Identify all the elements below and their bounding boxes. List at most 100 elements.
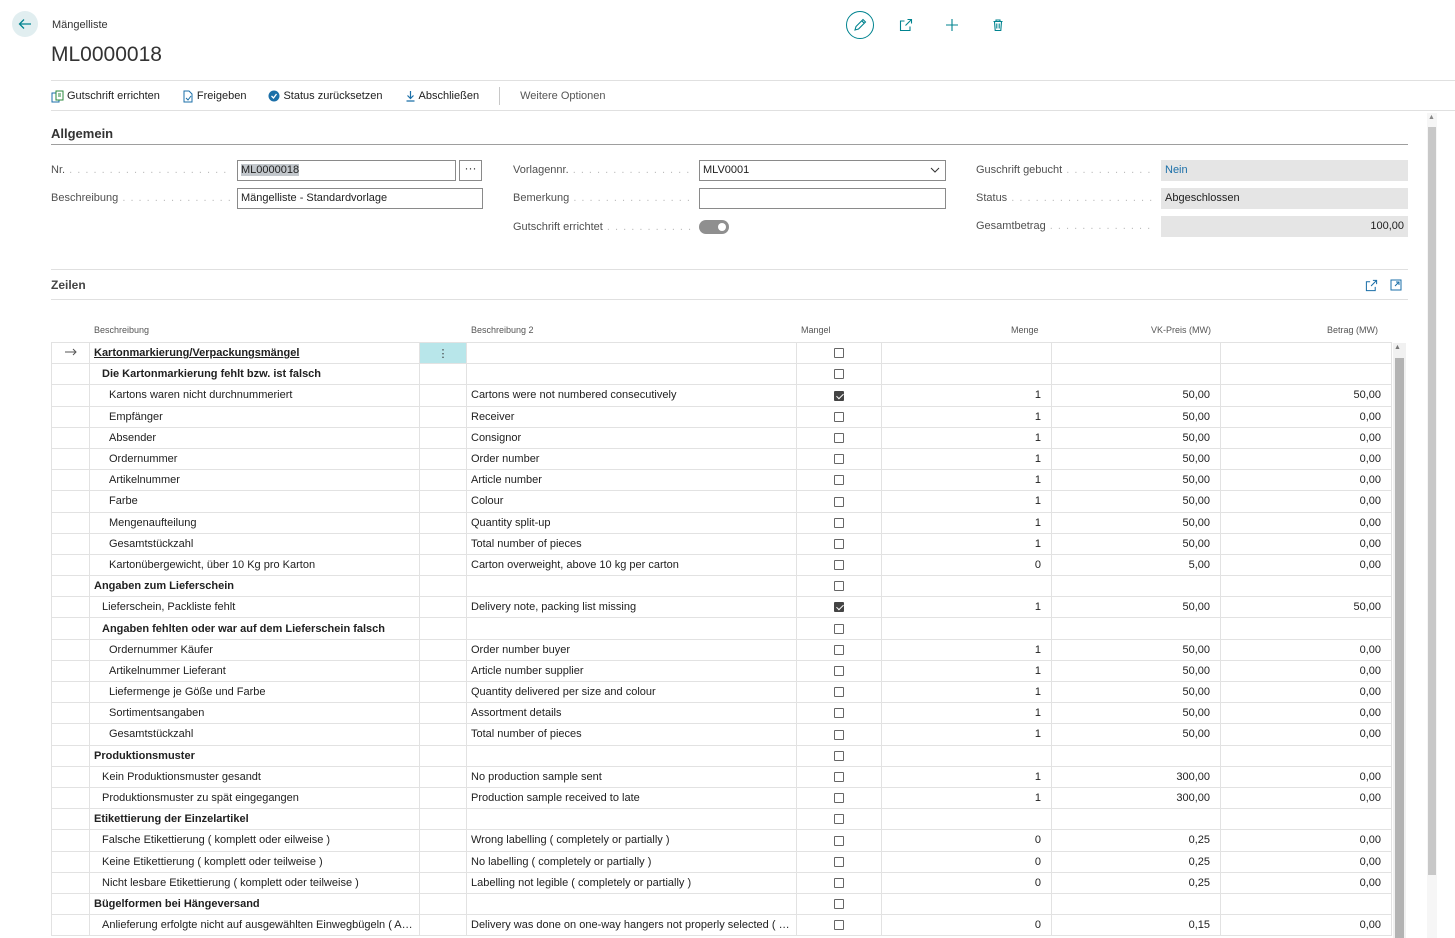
mangel-checkbox[interactable]	[834, 920, 844, 931]
cell-beschreibung[interactable]: Kein Produktionsmuster gesandt	[89, 766, 420, 788]
row-menu-cell[interactable]	[419, 554, 467, 577]
bemerkung-input[interactable]	[699, 188, 946, 209]
cell-beschreibung2[interactable]: Cartons were not numbered consecutively	[466, 384, 797, 407]
vorlagennr-select[interactable]: MLV0001	[699, 160, 946, 181]
weitere-optionen-button[interactable]: Weitere Optionen	[520, 90, 605, 102]
cell-mangel[interactable]	[796, 639, 882, 661]
cell-menge[interactable]: 1	[881, 660, 1052, 683]
cell-beschreibung[interactable]: Ordernummer	[89, 448, 420, 471]
row-selector[interactable]	[51, 533, 90, 555]
cell-menge[interactable]: 1	[881, 406, 1052, 428]
row-menu-cell[interactable]	[419, 787, 467, 810]
cell-beschreibung2[interactable]: Consignor	[466, 427, 797, 449]
row-selector[interactable]	[51, 766, 90, 788]
mangel-checkbox[interactable]	[834, 517, 844, 528]
mangel-checkbox[interactable]	[834, 708, 844, 719]
mangel-checkbox[interactable]	[834, 538, 844, 549]
mangel-checkbox[interactable]	[834, 750, 844, 761]
cell-betrag[interactable]	[1220, 893, 1392, 916]
cell-beschreibung[interactable]: Die Kartonmarkierung fehlt bzw. ist fals…	[89, 363, 420, 386]
cell-betrag[interactable]: 0,00	[1220, 639, 1392, 661]
col-header-vkpreis[interactable]: VK-Preis (MW)	[1151, 325, 1211, 335]
cell-betrag[interactable]: 0,00	[1220, 766, 1392, 788]
cell-menge[interactable]: 1	[881, 596, 1052, 619]
row-selector[interactable]	[51, 406, 90, 428]
cell-betrag[interactable]: 0,00	[1220, 490, 1392, 513]
cell-vkpreis[interactable]: 50,00	[1051, 660, 1221, 683]
cell-menge[interactable]: 1	[881, 533, 1052, 555]
guschrift-gebucht-value[interactable]: Nein	[1161, 160, 1408, 181]
cell-beschreibung2[interactable]: Quantity delivered per size and colour	[466, 681, 797, 704]
table-row[interactable]: Anlieferung erfolgte nicht auf ausgewähl…	[51, 914, 1392, 937]
col-header-beschreibung2[interactable]: Beschreibung 2	[471, 325, 534, 335]
row-menu-cell[interactable]	[419, 469, 467, 492]
cell-menge[interactable]: 1	[881, 448, 1052, 471]
cell-vkpreis[interactable]: 50,00	[1051, 723, 1221, 746]
table-row[interactable]: Etikettierung der Einzelartikel	[51, 808, 1392, 831]
cell-betrag[interactable]: 50,00	[1220, 384, 1392, 407]
cell-mangel[interactable]	[796, 406, 882, 428]
row-selector[interactable]	[51, 681, 90, 704]
cell-beschreibung2[interactable]	[466, 575, 797, 598]
cell-vkpreis[interactable]	[1051, 893, 1221, 916]
row-selector[interactable]	[51, 469, 90, 492]
cell-menge[interactable]: 1	[881, 702, 1052, 725]
table-row[interactable]: Die Kartonmarkierung fehlt bzw. ist fals…	[51, 363, 1392, 386]
cell-beschreibung[interactable]: Sortimentsangaben	[89, 702, 420, 725]
mangel-checkbox[interactable]	[834, 814, 844, 825]
cell-beschreibung2[interactable]: Delivery note, packing list missing	[466, 596, 797, 619]
cell-beschreibung[interactable]: Kartonmarkierung/Verpackungsmängel	[89, 341, 420, 365]
cell-mangel[interactable]	[796, 787, 882, 810]
cell-menge[interactable]: 1	[881, 681, 1052, 704]
row-selector[interactable]	[51, 787, 90, 810]
table-row[interactable]: Keine Etikettierung ( komplett oder teil…	[51, 851, 1392, 873]
mangel-checkbox[interactable]	[834, 793, 844, 804]
row-selector[interactable]	[51, 829, 90, 852]
cell-beschreibung[interactable]: Kartons waren nicht durchnummeriert	[89, 384, 420, 407]
mangel-checkbox[interactable]	[834, 369, 844, 380]
row-menu-cell[interactable]	[419, 893, 467, 916]
cell-mangel[interactable]	[796, 427, 882, 449]
mangel-checkbox[interactable]	[834, 390, 844, 401]
row-menu-cell[interactable]	[419, 681, 467, 704]
cell-menge[interactable]: 1	[881, 384, 1052, 407]
cell-beschreibung2[interactable]	[466, 363, 797, 386]
col-header-menge[interactable]: Menge	[1011, 325, 1039, 335]
mangel-checkbox[interactable]	[834, 687, 844, 698]
cell-beschreibung2[interactable]: Wrong labelling ( completely or partiall…	[466, 829, 797, 852]
cell-vkpreis[interactable]: 50,00	[1051, 512, 1221, 534]
cell-mangel[interactable]	[796, 448, 882, 471]
cell-betrag[interactable]: 0,00	[1220, 554, 1392, 577]
cell-mangel[interactable]	[796, 617, 882, 640]
table-row[interactable]: Ordernummer Order number 1 50,00 0,00	[51, 448, 1392, 471]
back-button[interactable]	[12, 11, 38, 37]
status-zuruecksetzen-button[interactable]: Status zurücksetzen	[268, 90, 383, 102]
cell-beschreibung2[interactable]: Quantity split-up	[466, 512, 797, 534]
mangel-checkbox[interactable]	[834, 856, 844, 867]
row-menu-cell[interactable]	[419, 702, 467, 725]
cell-betrag[interactable]	[1220, 363, 1392, 386]
cell-mangel[interactable]	[796, 363, 882, 386]
mangel-checkbox[interactable]	[834, 454, 844, 465]
cell-beschreibung2[interactable]: Carton overweight, above 10 kg per carto…	[466, 554, 797, 577]
section-allgemein-title[interactable]: Allgemein	[51, 126, 113, 141]
mangel-checkbox[interactable]	[834, 623, 844, 634]
beschreibung-input[interactable]: Mängelliste - Standardvorlage	[237, 188, 483, 209]
cell-beschreibung2[interactable]: No production sample sent	[466, 766, 797, 788]
cell-vkpreis[interactable]: 0,15	[1051, 914, 1221, 937]
table-row[interactable]: Produktionsmuster	[51, 745, 1392, 767]
row-selector[interactable]	[51, 745, 90, 767]
cell-beschreibung[interactable]: Artikelnummer	[89, 469, 420, 492]
row-menu-cell[interactable]	[419, 512, 467, 534]
cell-menge[interactable]	[881, 893, 1052, 916]
cell-vkpreis[interactable]: 300,00	[1051, 787, 1221, 810]
table-row[interactable]: Angaben fehlten oder war auf dem Liefers…	[51, 617, 1392, 640]
cell-vkpreis[interactable]	[1051, 745, 1221, 767]
cell-beschreibung[interactable]: Artikelnummer Lieferant	[89, 660, 420, 683]
cell-vkpreis[interactable]: 50,00	[1051, 384, 1221, 407]
row-selector[interactable]	[51, 427, 90, 449]
cell-beschreibung2[interactable]: Total number of pieces	[466, 533, 797, 555]
row-menu-cell[interactable]	[419, 660, 467, 683]
cell-beschreibung[interactable]: Angaben fehlten oder war auf dem Liefers…	[89, 617, 420, 640]
row-selector[interactable]	[51, 893, 90, 916]
